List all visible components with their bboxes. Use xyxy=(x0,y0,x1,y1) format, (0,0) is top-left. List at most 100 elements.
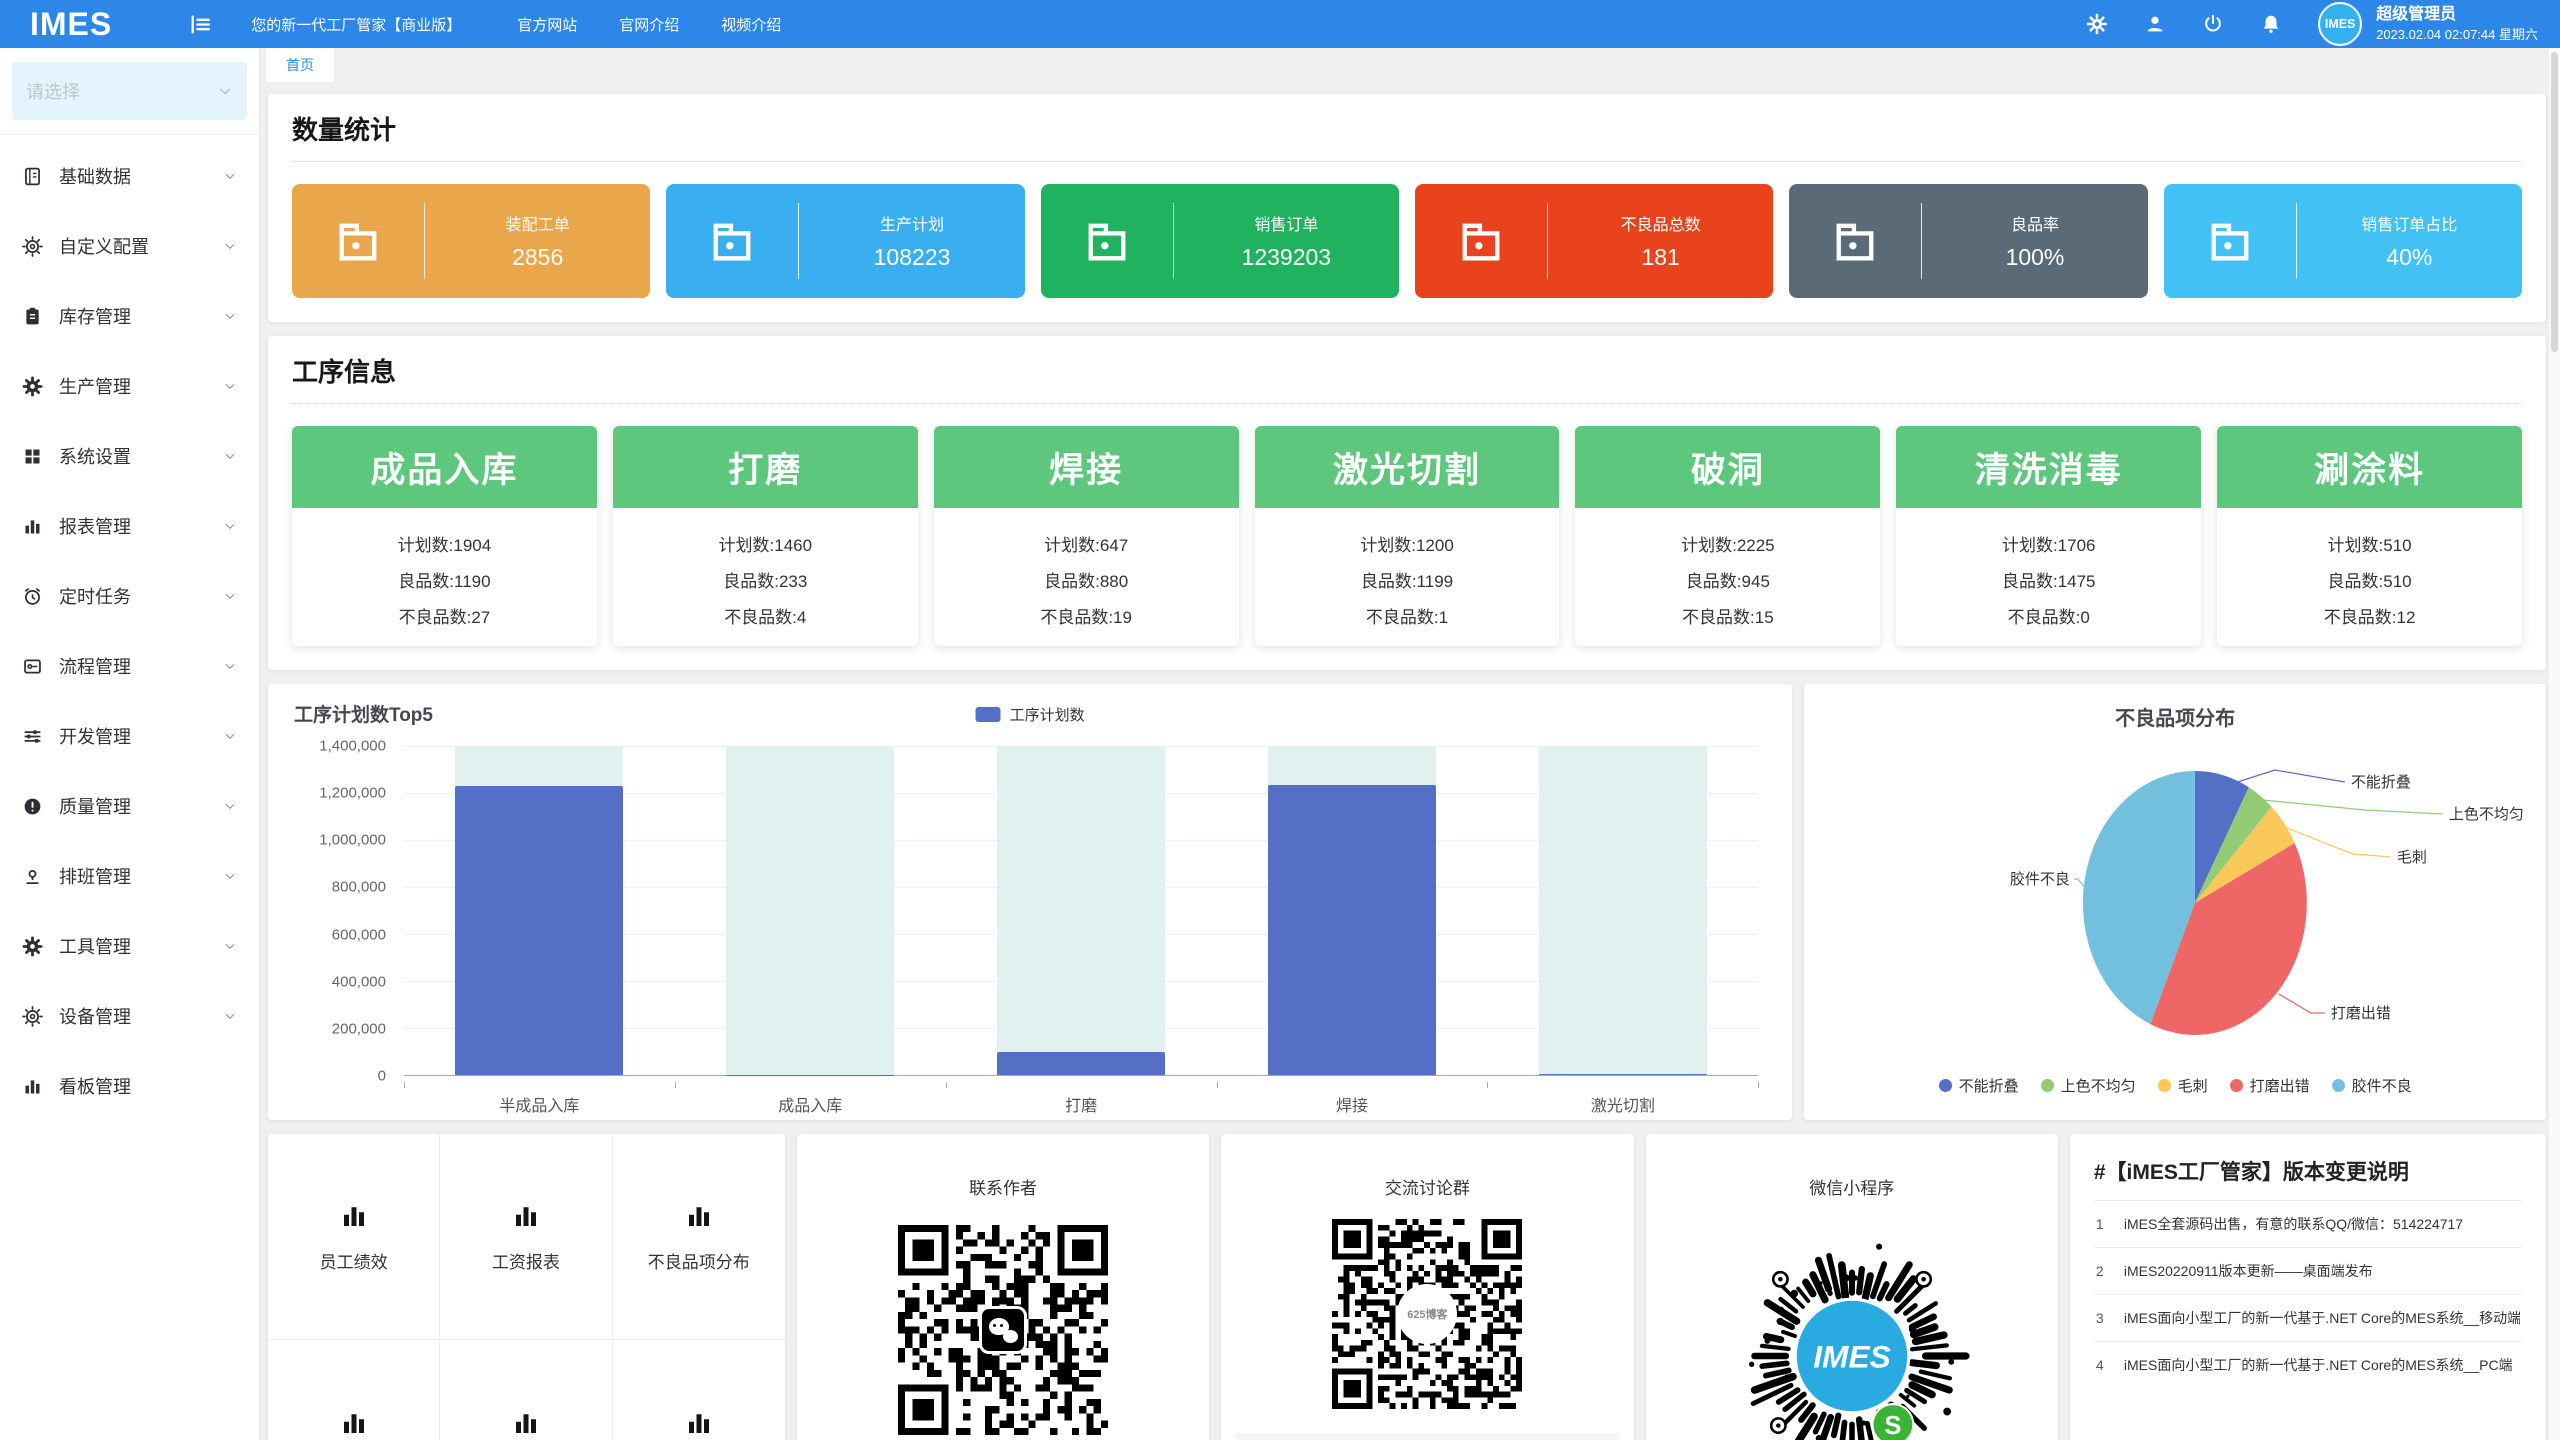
x-axis-tick xyxy=(1758,1082,1759,1088)
nav-link[interactable]: 官方网站 xyxy=(517,14,577,35)
profile-icon[interactable] xyxy=(2144,13,2166,35)
sidebar-item-库存管理[interactable]: 库存管理 xyxy=(0,281,259,351)
settings-icon[interactable] xyxy=(2086,13,2108,35)
bar-chart-legend[interactable]: 工序计划数 xyxy=(976,704,1085,725)
report-shortcut-不良品项汇总[interactable]: 不良品项汇总 xyxy=(268,1341,440,1440)
sidebar-item-label: 排班管理 xyxy=(59,863,131,889)
changelog-text: iMES20220911版本更新——桌面端发布 xyxy=(2124,1261,2373,1281)
avatar[interactable]: IMES xyxy=(2318,2,2362,46)
sidebar-item-生产管理[interactable]: 生产管理 xyxy=(0,351,259,421)
legend-dot xyxy=(1939,1079,1952,1092)
pie-slice-label: 不能折叠 xyxy=(2351,774,2411,791)
sidebar-item-基础数据[interactable]: 基础数据 xyxy=(0,141,259,211)
scrollbar-track[interactable] xyxy=(2548,48,2560,1440)
stat-text: 不良品总数181 xyxy=(1548,211,1773,271)
chevron-down-icon xyxy=(223,729,237,743)
sidebar-item-设备管理[interactable]: 设备管理 xyxy=(0,981,259,1051)
sidebar-item-系统设置[interactable]: 系统设置 xyxy=(0,421,259,491)
sidebar-item-定时任务[interactable]: 定时任务 xyxy=(0,561,259,631)
contact-qr-code xyxy=(898,1225,1108,1435)
sidebar-item-label: 报表管理 xyxy=(59,513,131,539)
nav-link[interactable]: 官网介绍 xyxy=(619,14,679,35)
pie-slice-label: 打磨出错 xyxy=(2331,1005,2391,1022)
report-shortcut-工资报表[interactable]: 工资报表 xyxy=(440,1134,612,1340)
nav-link[interactable]: 视频介绍 xyxy=(721,14,781,35)
chevron-down-icon xyxy=(223,239,237,253)
folder-icon xyxy=(332,215,384,267)
stat-card-良品率: 良品率100% xyxy=(1789,184,2147,298)
report-shortcut-生产报表[interactable]: 生产报表 xyxy=(440,1341,612,1440)
sidebar-item-质量管理[interactable]: 质量管理 xyxy=(0,771,259,841)
sidebar-item-label: 工具管理 xyxy=(59,933,131,959)
logout-icon[interactable] xyxy=(2202,13,2224,35)
chevron-down-icon xyxy=(217,83,233,99)
chevron-down-icon xyxy=(223,169,237,183)
sidebar-item-label: 质量管理 xyxy=(59,793,131,819)
chevron-down-icon xyxy=(223,309,237,323)
sidebar-item-排班管理[interactable]: 排班管理 xyxy=(0,841,259,911)
process-good: 良品数:233 xyxy=(613,567,918,592)
sidebar-item-报表管理[interactable]: 报表管理 xyxy=(0,491,259,561)
pie-legend-item-上色不均匀[interactable]: 上色不均匀 xyxy=(2041,1075,2136,1096)
pie-legend-item-毛刺[interactable]: 毛刺 xyxy=(2158,1075,2208,1096)
changelog-row[interactable]: 4iMES面向小型工厂的新一代基于.NET Core的MES系统__PC端 xyxy=(2094,1341,2522,1388)
sidebar-item-自定义配置[interactable]: 自定义配置 xyxy=(0,211,259,281)
x-axis-tick xyxy=(404,1082,405,1088)
chevron-down-icon xyxy=(223,449,237,463)
changelog-row[interactable]: 3iMES面向小型工厂的新一代基于.NET Core的MES系统__移动端 xyxy=(2094,1294,2522,1341)
y-axis-tick-label: 600,000 xyxy=(332,926,386,943)
pie-legend-item-打磨出错[interactable]: 打磨出错 xyxy=(2230,1075,2310,1096)
chevron-down-icon xyxy=(223,589,237,603)
process-good: 良品数:945 xyxy=(1575,567,1880,592)
pie-label-leader xyxy=(2225,770,2345,786)
tab-home[interactable]: 首页 xyxy=(266,48,334,82)
scrollbar-thumb[interactable] xyxy=(2551,52,2558,352)
miniprogram-panel: 微信小程序 IMESS xyxy=(1646,1134,2058,1440)
miniprogram-logo-text: IMES xyxy=(1813,1338,1891,1374)
divider xyxy=(292,403,2522,404)
sidebar-item-流程管理[interactable]: 流程管理 xyxy=(0,631,259,701)
sidebar-item-label: 设备管理 xyxy=(59,1003,131,1029)
user-name: 超级管理员 xyxy=(2376,3,2538,26)
process-card-成品入库: 成品入库计划数:1904良品数:1190不良品数:27 xyxy=(292,426,597,646)
pie-legend-item-不能折叠[interactable]: 不能折叠 xyxy=(1939,1075,2019,1096)
menu-collapse-icon[interactable] xyxy=(188,12,213,37)
process-bad: 不良品数:27 xyxy=(292,603,597,628)
sidebar-item-label: 系统设置 xyxy=(59,443,131,469)
sidebar-item-工具管理[interactable]: 工具管理 xyxy=(0,911,259,981)
discussion-group-panel: 交流讨论群 625博客 群名称:625博客 群 号:200884004 xyxy=(1221,1134,1633,1440)
group-title: 交流讨论群 xyxy=(1221,1174,1633,1199)
stat-label: 装配工单 xyxy=(425,211,650,235)
process-bad: 不良品数:12 xyxy=(2217,603,2522,628)
column-band xyxy=(1539,746,1707,1075)
legend-dot xyxy=(2332,1079,2345,1092)
stat-value: 108223 xyxy=(799,244,1024,271)
process-name: 破洞 xyxy=(1575,426,1880,508)
sidebar-item-label: 定时任务 xyxy=(59,583,131,609)
report-shortcut-产量统计[interactable]: 产量统计 xyxy=(613,1341,785,1440)
sidebar-select[interactable]: 请选择 xyxy=(12,62,247,120)
stat-card-生产计划: 生产计划108223 xyxy=(666,184,1024,298)
folder-icon xyxy=(1829,215,1881,267)
pie-legend-item-胶件不良[interactable]: 胶件不良 xyxy=(2332,1075,2412,1096)
report-shortcut-员工绩效[interactable]: 员工绩效 xyxy=(268,1134,440,1340)
sidebar-item-开发管理[interactable]: 开发管理 xyxy=(0,701,259,771)
report-chart-icon xyxy=(511,1201,541,1231)
barchart-icon xyxy=(22,1076,43,1097)
process-name: 打磨 xyxy=(613,426,918,508)
bar-column xyxy=(404,746,675,1075)
sidebar-item-看板管理[interactable]: 看板管理 xyxy=(0,1051,259,1121)
sidebar-item-label: 开发管理 xyxy=(59,723,131,749)
changelog-number: 1 xyxy=(2096,1216,2124,1232)
report-chart-icon xyxy=(511,1408,541,1438)
changelog-row[interactable]: 2iMES20220911版本更新——桌面端发布 xyxy=(2094,1247,2522,1294)
report-shortcut-不良品项分布[interactable]: 不良品项分布 xyxy=(613,1134,785,1340)
report-chart-icon xyxy=(339,1201,369,1231)
bar-column xyxy=(946,746,1217,1075)
changelog-row[interactable]: 1iMES全套源码出售，有意的联系QQ/微信：514224717 xyxy=(2094,1200,2522,1247)
notifications-icon[interactable] xyxy=(2260,13,2282,35)
x-axis-tick xyxy=(675,1082,676,1088)
sidebar-item-label: 流程管理 xyxy=(59,653,131,679)
changelog-text: iMES面向小型工厂的新一代基于.NET Core的MES系统__PC端 xyxy=(2124,1355,2513,1375)
stat-value: 2856 xyxy=(425,244,650,271)
